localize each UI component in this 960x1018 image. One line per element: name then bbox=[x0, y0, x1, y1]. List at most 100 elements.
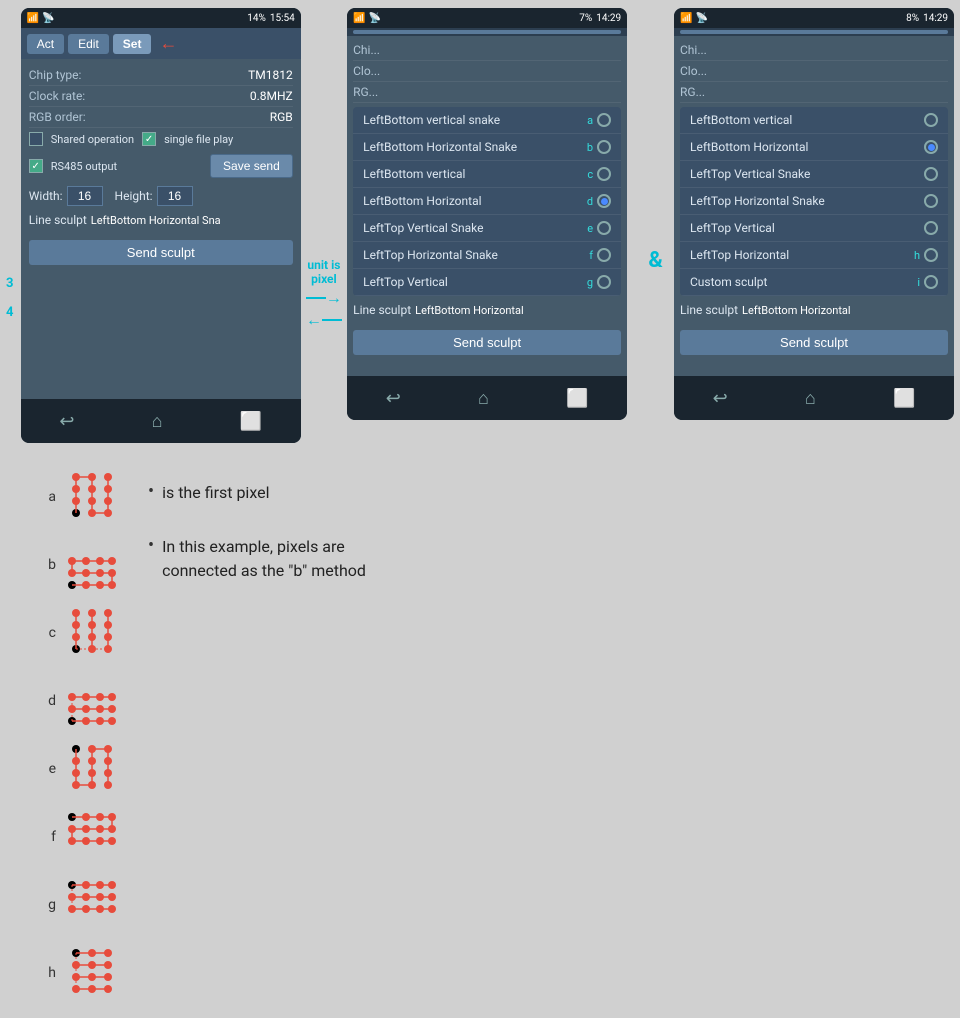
radio-2-3[interactable] bbox=[597, 194, 611, 208]
radio-3-2[interactable] bbox=[924, 167, 938, 181]
wifi-icon-2: 📡 bbox=[369, 13, 381, 24]
signal-icon-1: 📶 bbox=[27, 13, 39, 24]
shared-op-checkbox[interactable] bbox=[29, 132, 43, 146]
explanation-column: • is the first pixel • In this example, … bbox=[148, 471, 920, 613]
dropdown-item-2-3[interactable]: LeftBottom Horizontal d bbox=[353, 188, 621, 215]
send-sculpt-btn-2[interactable]: Send sculpt bbox=[353, 330, 621, 355]
explanation-1: • is the first pixel bbox=[148, 481, 920, 505]
back-icon-1[interactable]: ↩ bbox=[59, 411, 74, 432]
diagram-svg-h bbox=[66, 947, 118, 999]
diagram-svg-f bbox=[66, 811, 118, 863]
dropdown-item-2-1[interactable]: LeftBottom Horizontal Snake b bbox=[353, 134, 621, 161]
radio-2-2[interactable] bbox=[597, 167, 611, 181]
rs485-checkbox[interactable]: ✓ bbox=[29, 159, 43, 173]
diagram-b: b bbox=[40, 539, 118, 591]
dropdown-item-3-0[interactable]: LeftBottom vertical bbox=[680, 107, 948, 134]
phone-body-1: Chip type: TM1812 Clock rate: 0.8MHZ RGB… bbox=[21, 59, 301, 399]
sculpt-value-1: LeftBottom Horizontal Sna bbox=[91, 214, 221, 227]
radio-2-4[interactable] bbox=[597, 221, 611, 235]
dropdown-item-3-1[interactable]: LeftBottom Horizontal bbox=[680, 134, 948, 161]
radio-3-1[interactable] bbox=[924, 140, 938, 154]
dropdown-list-3: LeftBottom vertical LeftBottom Horizonta… bbox=[680, 107, 948, 296]
diagram-svg-b bbox=[66, 539, 118, 591]
bottom-nav-3: ↩ ⌂ ⬜ bbox=[674, 376, 954, 420]
explanation-text-2: In this example, pixels areconnected as … bbox=[162, 535, 366, 583]
height-input[interactable] bbox=[157, 186, 193, 206]
dropdown-item-3-5[interactable]: LeftTop Horizontal h bbox=[680, 242, 948, 269]
radio-2-6[interactable] bbox=[597, 275, 611, 289]
save-send-btn[interactable]: Save send bbox=[210, 154, 293, 178]
radio-3-0[interactable] bbox=[924, 113, 938, 127]
recent-icon-1[interactable]: ⬜ bbox=[240, 411, 262, 432]
diagram-g: g bbox=[40, 879, 118, 931]
width-input[interactable] bbox=[67, 186, 103, 206]
radio-2-1[interactable] bbox=[597, 140, 611, 154]
header-arrow: ← bbox=[159, 33, 177, 54]
radio-3-3[interactable] bbox=[924, 194, 938, 208]
diagram-svg-g bbox=[66, 879, 118, 931]
radio-3-5[interactable] bbox=[924, 248, 938, 262]
label-3: 3 bbox=[6, 270, 13, 299]
rgb-row-2: RG... bbox=[353, 82, 621, 103]
phone-2: 📶 📡 7% 14:29 Chi... Clo... RG... bbox=[347, 8, 627, 420]
send-sculpt-btn-3[interactable]: Send sculpt bbox=[680, 330, 948, 355]
status-bar-2: 📶 📡 7% 14:29 bbox=[347, 8, 627, 28]
single-file-checkbox[interactable]: ✓ bbox=[142, 132, 156, 146]
sculpt-label-3: Line sculpt bbox=[680, 303, 738, 317]
send-sculpt-btn-1[interactable]: Send sculpt bbox=[29, 240, 293, 265]
radio-2-0[interactable] bbox=[597, 113, 611, 127]
time-1: 15:54 bbox=[270, 13, 295, 24]
bullet-1: • bbox=[148, 481, 154, 502]
act-btn[interactable]: Act bbox=[27, 34, 64, 54]
clock-row-2: Clo... bbox=[353, 61, 621, 82]
time-3: 14:29 bbox=[923, 13, 948, 24]
rs485-row: ✓ RS485 output Save send bbox=[29, 150, 293, 182]
diagram-svg-e bbox=[66, 743, 118, 795]
radio-2-5[interactable] bbox=[597, 248, 611, 262]
dropdown-item-2-4[interactable]: LeftTop Vertical Snake e bbox=[353, 215, 621, 242]
dropdown-item-3-2[interactable]: LeftTop Vertical Snake bbox=[680, 161, 948, 188]
dropdown-item-2-6[interactable]: LeftTop Vertical g bbox=[353, 269, 621, 296]
rgb-label-2: RG... bbox=[353, 85, 438, 99]
dropdown-list-2: LeftBottom vertical snake a LeftBottom H… bbox=[353, 107, 621, 296]
bottom-nav-1: ↩ ⌂ ⬜ bbox=[21, 399, 301, 443]
radio-3-4[interactable] bbox=[924, 221, 938, 235]
dropdown-item-3-3[interactable]: LeftTop Horizontal Snake bbox=[680, 188, 948, 215]
amp-annotation: & bbox=[637, 8, 674, 273]
explanation-text-1: is the first pixel bbox=[162, 481, 269, 505]
clock-label-2: Clo... bbox=[353, 64, 438, 78]
sculpt-value-2: LeftBottom Horizontal bbox=[415, 304, 524, 317]
phone-1: 📶 📡 14% 15:54 Act Edit Set ← Chip type: … bbox=[21, 8, 301, 443]
dropdown-item-2-0[interactable]: LeftBottom vertical snake a bbox=[353, 107, 621, 134]
diagram-svg-a bbox=[66, 471, 118, 523]
status-right-2: 7% 14:29 bbox=[579, 13, 621, 24]
explanation-2: • In this example, pixels areconnected a… bbox=[148, 535, 920, 583]
diagram-c: c bbox=[40, 607, 118, 659]
home-icon-2[interactable]: ⌂ bbox=[478, 388, 489, 409]
dropdown-item-2-2[interactable]: LeftBottom vertical c bbox=[353, 161, 621, 188]
rgb-row-3: RG... bbox=[680, 82, 948, 103]
height-label: Height: bbox=[115, 189, 153, 203]
recent-icon-3[interactable]: ⬜ bbox=[893, 388, 915, 409]
diagram-label-e: e bbox=[40, 761, 56, 777]
back-icon-2[interactable]: ↩ bbox=[386, 388, 401, 409]
dropdown-item-2-5[interactable]: LeftTop Horizontal Snake f bbox=[353, 242, 621, 269]
edit-btn[interactable]: Edit bbox=[68, 34, 109, 54]
sculpt-row-2: Line sculpt LeftBottom Horizontal bbox=[353, 300, 621, 320]
dropdown-item-3-6[interactable]: Custom sculpt i bbox=[680, 269, 948, 296]
set-btn[interactable]: Set bbox=[113, 34, 152, 54]
diagram-label-a: a bbox=[40, 489, 56, 505]
width-label: Width: bbox=[29, 189, 63, 203]
battery-2: 7% bbox=[579, 13, 592, 24]
recent-icon-2[interactable]: ⬜ bbox=[566, 388, 588, 409]
clock-row-3: Clo... bbox=[680, 61, 948, 82]
dropdown-item-3-4[interactable]: LeftTop Vertical bbox=[680, 215, 948, 242]
home-icon-1[interactable]: ⌂ bbox=[152, 411, 163, 432]
sculpt-label-2: Line sculpt bbox=[353, 303, 411, 317]
back-icon-3[interactable]: ↩ bbox=[713, 388, 728, 409]
radio-3-6[interactable] bbox=[924, 275, 938, 289]
status-bar-1: 📶 📡 14% 15:54 bbox=[21, 8, 301, 28]
home-icon-3[interactable]: ⌂ bbox=[805, 388, 816, 409]
diagram-h: h bbox=[40, 947, 118, 999]
scrollbar-hint-2 bbox=[353, 30, 621, 34]
